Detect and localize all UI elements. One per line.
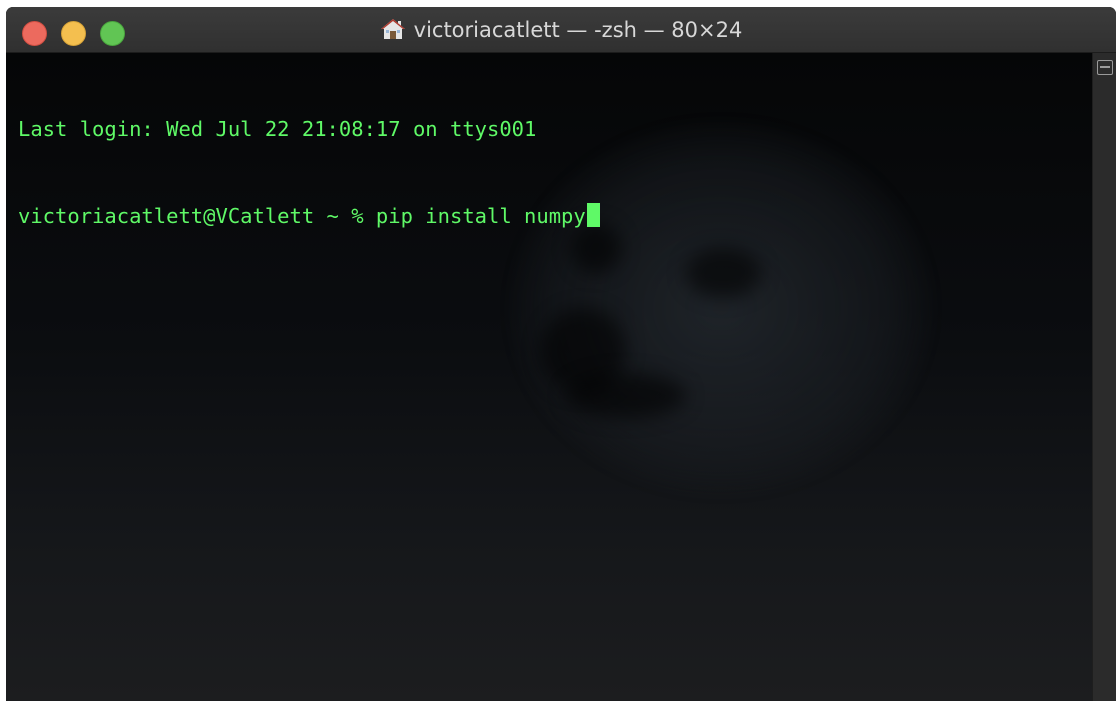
- window-title: victoriacatlett — -zsh — 80×24: [6, 18, 1116, 42]
- terminal-content[interactable]: Last login: Wed Jul 22 21:08:17 on ttys0…: [6, 53, 1092, 701]
- terminal-line-last-login: Last login: Wed Jul 22 21:08:17 on ttys0…: [18, 117, 537, 141]
- terminal-line-prompt[interactable]: victoriacatlett@VCatlett ~ % pip install…: [18, 202, 600, 231]
- background-image-shade: [686, 248, 761, 298]
- window-title-text: victoriacatlett — -zsh — 80×24: [413, 18, 743, 42]
- terminal-output: Last login: Wed Jul 22 21:08:17 on ttys0…: [18, 57, 600, 289]
- home-icon: [380, 18, 406, 40]
- terminal-window: victoriacatlett — -zsh — 80×24 Last logi…: [6, 7, 1116, 701]
- title-bar[interactable]: victoriacatlett — -zsh — 80×24: [6, 7, 1116, 53]
- prompt-command-text: victoriacatlett@VCatlett ~ % pip install…: [18, 204, 586, 228]
- background-image-shade: [566, 373, 686, 418]
- scroll-gutter[interactable]: [1092, 53, 1116, 701]
- split-pane-icon[interactable]: [1097, 60, 1113, 75]
- text-cursor: [586, 203, 600, 227]
